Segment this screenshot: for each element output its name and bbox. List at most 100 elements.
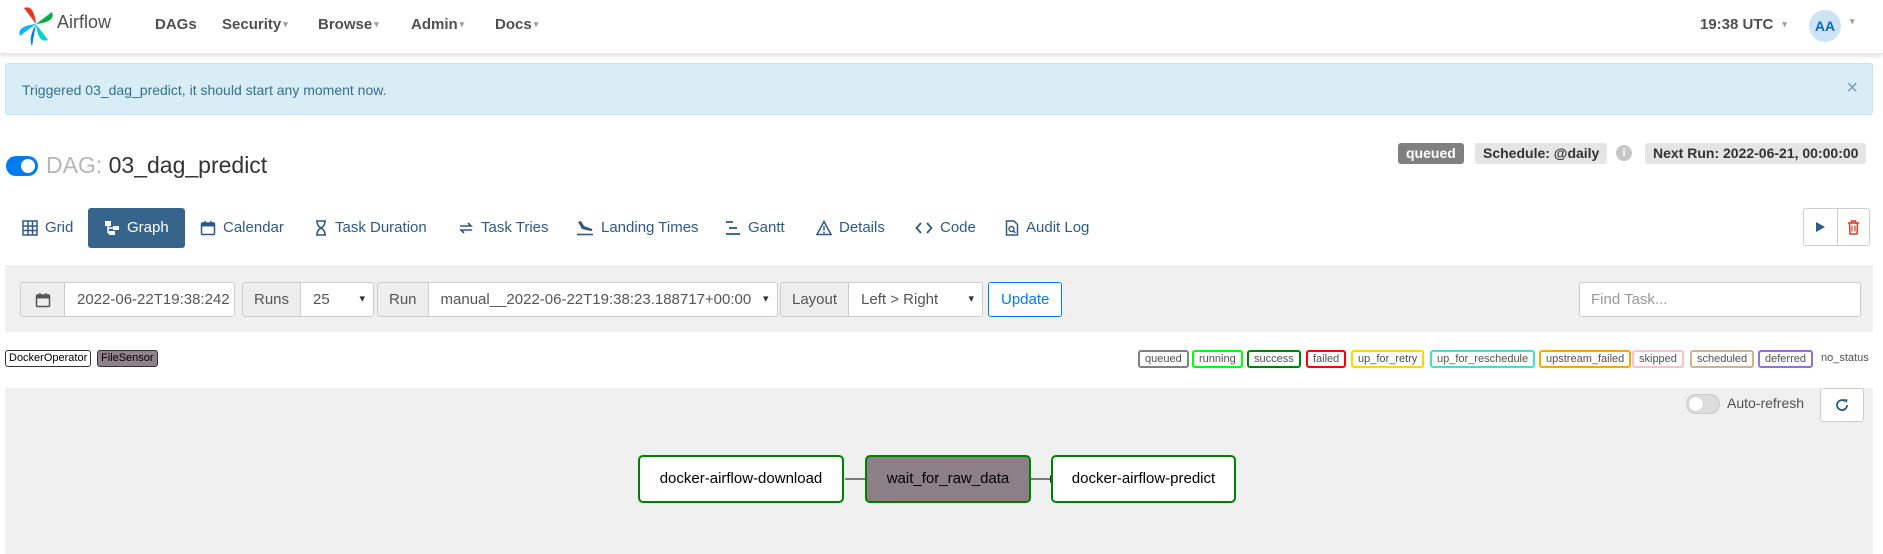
tab-details[interactable]: Details <box>810 208 891 248</box>
runs-select[interactable]: 25 ▾ <box>301 282 375 317</box>
close-icon[interactable]: × <box>1846 77 1858 100</box>
chevron-down-icon: ▾ <box>533 19 539 29</box>
filter-bar: 2022-06-22T19:38:242 Runs 25 ▾ Run manua… <box>5 265 1873 332</box>
schedule-badge: Schedule: @daily <box>1475 143 1608 164</box>
chevron-down-icon: ▾ <box>359 293 366 305</box>
nav-security[interactable]: Security ▾ <box>222 16 288 33</box>
navbar: Airflow DAGs Security ▾ Browse ▾ Admin ▾ Do… <box>0 0 1883 54</box>
auto-refresh-toggle[interactable] <box>1686 394 1720 414</box>
state-legend-deferred: deferred <box>1758 350 1813 368</box>
calendar-icon <box>35 292 50 307</box>
nav-docs[interactable]: Docs ▾ <box>495 16 538 33</box>
layout-select-value: Left > Right <box>861 291 939 308</box>
tab-task-duration-label: Task Duration <box>335 219 427 236</box>
info-icon[interactable]: i <box>1616 145 1632 161</box>
state-legend-failed: failed <box>1306 350 1347 368</box>
layout-label: Layout <box>780 282 850 317</box>
hourglass-icon <box>316 220 326 236</box>
clock-time: 19:38 UTC <box>1700 16 1774 33</box>
refresh-button[interactable] <box>1820 388 1864 422</box>
base-date-input[interactable]: 2022-06-22T19:38:242 <box>65 282 235 317</box>
state-legend-no-status: no_status <box>1821 352 1869 364</box>
tab-landing-times[interactable]: Landing Times <box>570 208 705 248</box>
dag-name: 03_dag_predict <box>108 152 268 178</box>
state-legend-queued: queued <box>1138 350 1189 368</box>
layout-group: Layout Left > Right ▾ <box>780 282 984 317</box>
task-node-docker-airflow-predict[interactable]: docker-airflow-predict <box>1051 455 1236 503</box>
nav-browse-label: Browse <box>318 16 373 33</box>
run-select-value: manual__2022-06-22T19:38:23.188717+00:00 <box>440 291 752 308</box>
find-task-input[interactable]: Find Task... <box>1579 282 1861 317</box>
run-group: Run manual__2022-06-22T19:38:23.188717+0… <box>377 282 778 317</box>
state-legend-skipped: skipped <box>1632 350 1684 368</box>
run-select[interactable]: manual__2022-06-22T19:38:23.188717+00:00… <box>428 282 778 317</box>
operator-legend-filesensor: FileSensor <box>97 350 158 367</box>
state-legend-scheduled: scheduled <box>1690 350 1755 368</box>
clock-dropdown[interactable]: 19:38 UTC ▾ <box>1700 16 1787 33</box>
brand-name[interactable]: Airflow <box>57 12 111 33</box>
tab-grid-label: Grid <box>45 219 74 236</box>
state-legend-upstream-failed: upstream_failed <box>1539 350 1632 368</box>
nav-security-label: Security <box>222 16 282 33</box>
tab-details-label: Details <box>839 219 885 236</box>
dag-actions <box>1803 208 1870 246</box>
nav-admin[interactable]: Admin ▾ <box>411 16 464 33</box>
trigger-dag-button[interactable] <box>1804 209 1837 245</box>
tab-task-duration[interactable]: Task Duration <box>308 208 433 248</box>
state-legend-up-for-retry: up_for_retry <box>1351 350 1425 368</box>
dag-state-badge: queued <box>1398 143 1464 164</box>
grid-icon <box>22 220 38 236</box>
nav-dags[interactable]: DAGs <box>155 16 197 33</box>
tab-grid[interactable]: Grid <box>16 208 79 248</box>
chevron-down-icon: ▾ <box>1782 19 1787 29</box>
dag-pause-toggle[interactable] <box>6 156 38 176</box>
operator-legend-docker: DockerOperator <box>5 350 92 367</box>
alert-message: Triggered 03_dag_predict, it should star… <box>22 82 387 98</box>
airflow-logo-icon[interactable] <box>12 0 60 48</box>
state-legend-running: running <box>1192 350 1243 368</box>
calendar-icon <box>200 221 216 236</box>
tab-audit-log-label: Audit Log <box>1026 219 1090 236</box>
user-avatar[interactable]: AA <box>1809 10 1841 42</box>
tab-graph[interactable]: Graph <box>88 208 185 248</box>
delete-dag-button[interactable] <box>1836 209 1870 245</box>
nav-dags-label: DAGs <box>155 16 197 33</box>
refresh-icon <box>1836 399 1848 411</box>
trigger-alert: Triggered 03_dag_predict, it should star… <box>5 63 1873 115</box>
tab-calendar[interactable]: Calendar <box>194 208 290 248</box>
graph-icon <box>105 221 119 235</box>
layout-select[interactable]: Left > Right ▾ <box>849 282 984 317</box>
runs-group: Runs 25 ▾ <box>242 282 375 317</box>
retry-icon <box>459 222 473 234</box>
tab-gantt[interactable]: Gantt <box>719 208 791 248</box>
chevron-down-icon: ▾ <box>283 19 288 29</box>
tab-calendar-label: Calendar <box>223 219 284 236</box>
state-legend-success: success <box>1247 350 1301 368</box>
gantt-icon <box>726 221 740 235</box>
tab-landing-times-label: Landing Times <box>601 219 699 236</box>
runs-label: Runs <box>242 282 302 317</box>
tab-code[interactable]: Code <box>909 208 982 248</box>
nav-admin-label: Admin <box>411 16 458 33</box>
chevron-down-icon[interactable]: ▾ <box>1850 16 1855 27</box>
chevron-down-icon: ▾ <box>763 293 769 305</box>
code-icon <box>915 222 933 234</box>
tab-task-tries-label: Task Tries <box>481 219 549 236</box>
plane-landing-icon <box>577 221 593 236</box>
play-icon <box>1816 222 1826 232</box>
run-label: Run <box>377 282 429 317</box>
runs-select-value: 25 <box>313 291 330 308</box>
chevron-down-icon: ▾ <box>968 293 975 305</box>
tab-audit-log[interactable]: Audit Log <box>999 208 1095 248</box>
next-run-badge: Next Run: 2022-06-21, 00:00:00 <box>1645 143 1867 164</box>
file-search-icon <box>1005 220 1019 236</box>
nav-browse[interactable]: Browse ▾ <box>318 16 379 33</box>
chevron-down-icon: ▾ <box>374 19 379 29</box>
update-button[interactable]: Update <box>988 282 1063 317</box>
task-node-docker-airflow-download[interactable]: docker-airflow-download <box>638 455 844 503</box>
calendar-picker-button[interactable] <box>20 282 65 317</box>
tab-task-tries[interactable]: Task Tries <box>452 208 555 248</box>
dag-prefix: DAG: <box>46 152 103 178</box>
task-node-wait-for-raw-data[interactable]: wait_for_raw_data <box>865 455 1031 503</box>
trash-icon <box>1847 219 1859 235</box>
